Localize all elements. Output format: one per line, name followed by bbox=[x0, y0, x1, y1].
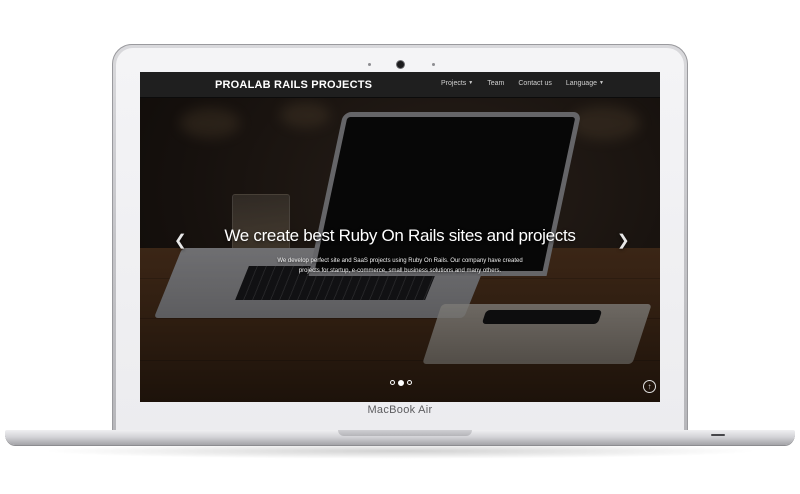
nav-link-team[interactable]: Team bbox=[487, 80, 504, 87]
hero-title: We create best Ruby On Rails sites and p… bbox=[224, 226, 576, 245]
device-shadow bbox=[40, 443, 760, 459]
nav-link-contact[interactable]: Contact us bbox=[518, 80, 551, 87]
navbar: PROALAB RAILS PROJECTS Projects ▼ Team Co… bbox=[140, 72, 660, 98]
chevron-right-icon[interactable]: ❯ bbox=[617, 231, 630, 249]
nav-link-projects[interactable]: Projects ▼ bbox=[441, 80, 473, 87]
nav-link-label: Language bbox=[565, 80, 597, 87]
navbar-brand[interactable]: PROALAB RAILS PROJECTS bbox=[215, 79, 372, 91]
power-led bbox=[711, 434, 725, 436]
nav-link-language[interactable]: Language ▼ bbox=[566, 80, 604, 87]
hero-carousel: We create best Ruby On Rails sites and p… bbox=[140, 98, 660, 402]
device-brand-label: MacBook Air bbox=[367, 404, 433, 416]
carousel-indicator-1[interactable] bbox=[390, 380, 395, 385]
camera-icon bbox=[396, 61, 404, 68]
laptop-screen: PROALAB RAILS PROJECTS Projects ▼ Team Co… bbox=[140, 72, 660, 402]
caret-down-icon: ▼ bbox=[599, 80, 604, 86]
navbar-links: Projects ▼ Team Contact us Language ▼ bbox=[441, 80, 618, 87]
carousel-indicator-2[interactable] bbox=[398, 379, 404, 386]
nav-link-label: Contact us bbox=[518, 80, 552, 87]
laptop-notch bbox=[338, 430, 472, 436]
hero-caption: We create best Ruby On Rails sites and p… bbox=[140, 226, 660, 276]
sensor-dot-icon bbox=[432, 63, 435, 66]
nav-link-label: Team bbox=[487, 80, 505, 87]
carousel-indicator-3[interactable] bbox=[407, 380, 412, 385]
arrow-up-circle-icon[interactable]: ↑ bbox=[643, 380, 656, 393]
nav-link-label: Projects bbox=[441, 80, 467, 87]
hero-text: We develop perfect site and SaaS project… bbox=[277, 258, 523, 274]
laptop-base bbox=[5, 430, 795, 445]
caret-down-icon: ▼ bbox=[468, 80, 474, 86]
sensor-dot-icon bbox=[368, 63, 371, 66]
chevron-left-icon[interactable]: ❮ bbox=[174, 231, 187, 249]
carousel-indicators bbox=[390, 379, 415, 386]
